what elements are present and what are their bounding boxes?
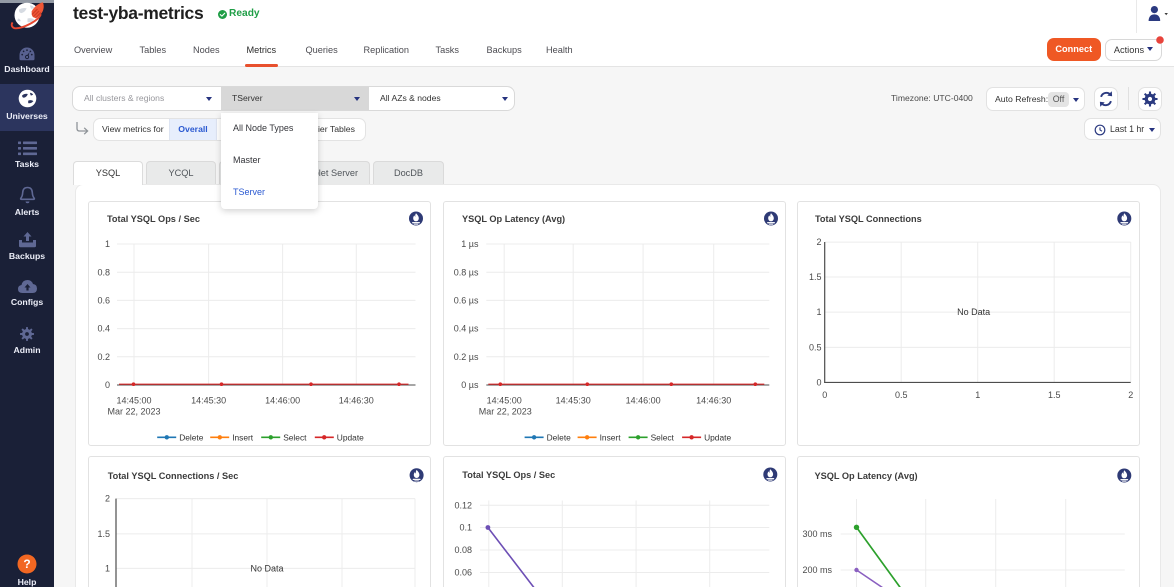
svg-text:14:45:30: 14:45:30 xyxy=(191,395,226,405)
svg-text:1: 1 xyxy=(975,390,980,400)
svg-text:0 µs: 0 µs xyxy=(461,380,479,390)
svg-text:0: 0 xyxy=(822,390,827,400)
svg-text:Select: Select xyxy=(283,432,307,442)
svg-text:2: 2 xyxy=(1128,390,1133,400)
svg-text:300 ms: 300 ms xyxy=(803,529,833,539)
svg-text:1.5: 1.5 xyxy=(1048,390,1061,400)
svg-text:Insert: Insert xyxy=(232,432,254,442)
svg-text:1: 1 xyxy=(817,307,822,317)
svg-text:0.6: 0.6 xyxy=(97,295,110,305)
svg-text:Total YSQL Connections: Total YSQL Connections xyxy=(815,214,922,224)
svg-text:1.5: 1.5 xyxy=(809,272,822,282)
svg-text:1 µs: 1 µs xyxy=(461,239,479,249)
svg-text:Update: Update xyxy=(337,432,364,442)
svg-text:0.2 µs: 0.2 µs xyxy=(453,351,478,361)
svg-text:14:45:00: 14:45:00 xyxy=(116,395,151,405)
svg-text:14:46:00: 14:46:00 xyxy=(625,395,660,405)
svg-text:Mar 22, 2023: Mar 22, 2023 xyxy=(478,406,531,416)
svg-text:YSQL Op Latency (Avg): YSQL Op Latency (Avg) xyxy=(815,471,918,481)
svg-text:No Data: No Data xyxy=(957,307,990,317)
svg-text:0.8 µs: 0.8 µs xyxy=(453,267,478,277)
svg-text:0.5: 0.5 xyxy=(895,390,908,400)
svg-text:Select: Select xyxy=(650,432,674,442)
svg-text:14:46:30: 14:46:30 xyxy=(696,395,731,405)
svg-text:0.1: 0.1 xyxy=(459,522,472,532)
svg-text:0: 0 xyxy=(105,380,110,390)
svg-text:No Data: No Data xyxy=(250,563,283,573)
svg-text:Update: Update xyxy=(704,432,731,442)
svg-text:1: 1 xyxy=(105,239,110,249)
svg-text:0.8: 0.8 xyxy=(97,267,110,277)
svg-text:0.4: 0.4 xyxy=(97,323,110,333)
svg-text:Total YSQL Connections / Sec: Total YSQL Connections / Sec xyxy=(108,471,239,481)
svg-text:Insert: Insert xyxy=(599,432,621,442)
svg-text:Delete: Delete xyxy=(179,432,204,442)
svg-text:?: ? xyxy=(23,557,30,571)
svg-text:14:45:30: 14:45:30 xyxy=(555,395,590,405)
svg-text:0.08: 0.08 xyxy=(454,545,472,555)
svg-text:1: 1 xyxy=(105,563,110,573)
svg-text:2: 2 xyxy=(105,493,110,503)
svg-text:0.12: 0.12 xyxy=(454,500,472,510)
svg-text:0.4 µs: 0.4 µs xyxy=(453,323,478,333)
svg-text:0: 0 xyxy=(817,377,822,387)
svg-text:Total YSQL Ops / Sec: Total YSQL Ops / Sec xyxy=(462,470,555,480)
svg-text:2: 2 xyxy=(817,237,822,247)
svg-text:Mar 22, 2023: Mar 22, 2023 xyxy=(107,406,160,416)
svg-text:14:46:00: 14:46:00 xyxy=(265,395,300,405)
svg-text:0.6 µs: 0.6 µs xyxy=(453,295,478,305)
svg-text:1.5: 1.5 xyxy=(97,529,110,539)
svg-text:0.2: 0.2 xyxy=(97,351,110,361)
svg-text:0.5: 0.5 xyxy=(809,342,822,352)
svg-text:Delete: Delete xyxy=(546,432,571,442)
svg-text:YSQL Op Latency (Avg): YSQL Op Latency (Avg) xyxy=(462,214,565,224)
svg-text:200 ms: 200 ms xyxy=(803,565,833,575)
svg-text:14:46:30: 14:46:30 xyxy=(339,395,374,405)
svg-text:0.06: 0.06 xyxy=(454,567,472,577)
svg-text:Total YSQL Ops / Sec: Total YSQL Ops / Sec xyxy=(107,214,200,224)
svg-text:14:45:00: 14:45:00 xyxy=(486,395,521,405)
